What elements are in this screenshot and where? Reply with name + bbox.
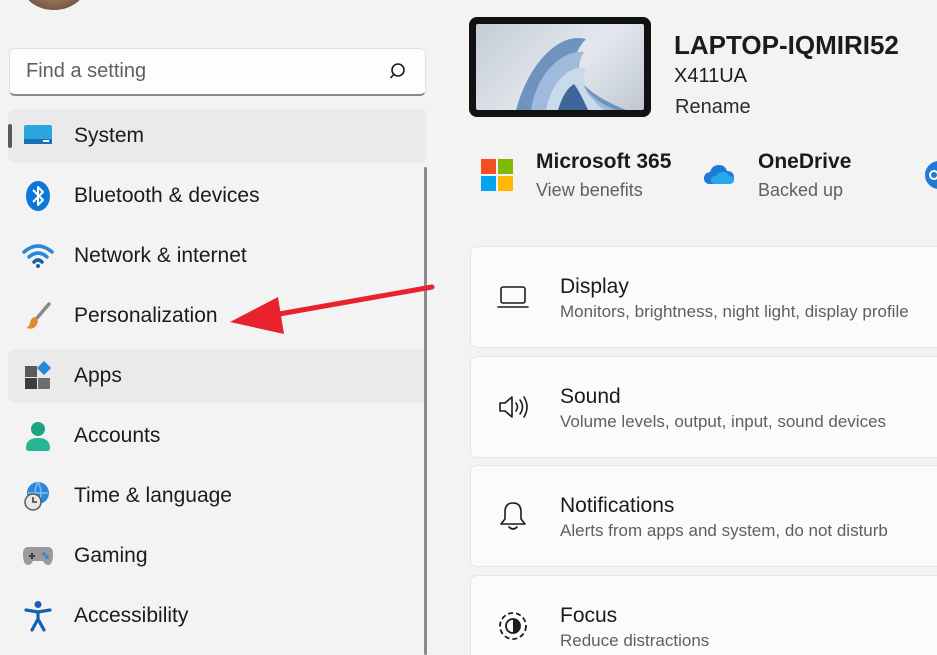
display-icon [497,286,529,308]
sound-icon [499,396,528,418]
card-subtitle: Reduce distractions [560,631,710,650]
search-input[interactable] [26,60,389,83]
apps-icon [22,360,54,392]
partial-quick-link-icon[interactable] [924,160,937,190]
selection-indicator [8,124,12,148]
microsoft365-icon [481,159,513,191]
sidebar-item-network[interactable]: Network & internet [8,229,426,283]
device-model: X411UA [674,65,748,87]
avatar[interactable] [22,0,86,10]
wifi-icon [22,240,54,272]
system-icon [22,120,54,152]
notifications-icon [500,502,526,530]
search-icon[interactable] [389,61,411,83]
sidebar-item-accounts[interactable]: Accounts [8,409,426,463]
focus-icon [499,612,527,640]
sidebar-item-accessibility[interactable]: Accessibility [8,589,426,643]
sidebar-item-label: Bluetooth & devices [74,184,260,207]
card-title: Display [560,275,629,298]
rename-link[interactable]: Rename [675,96,751,119]
sidebar-item-system[interactable]: System [8,109,426,163]
quick-link-subtitle: View benefits [536,180,643,200]
settings-card-display[interactable]: Display Monitors, brightness, night ligh… [470,246,937,348]
sidebar-nav: System Bluetooth & devices Network & int… [8,109,426,649]
bluetooth-icon [22,180,54,212]
card-subtitle: Monitors, brightness, night light, displ… [560,302,909,321]
sidebar-item-personalization[interactable]: Personalization [8,289,426,343]
settings-card-sound[interactable]: Sound Volume levels, output, input, soun… [470,356,937,458]
sidebar-item-gaming[interactable]: Gaming [8,529,426,583]
time-language-icon [22,480,54,512]
gaming-icon [22,540,54,572]
sidebar-item-label: Accounts [74,424,161,447]
paintbrush-icon [22,300,54,332]
microsoft365-link[interactable]: Microsoft 365 View benefits [480,150,671,201]
sidebar-item-label: Network & internet [74,244,247,267]
accessibility-icon [22,600,54,632]
sidebar-item-apps[interactable]: Apps [8,349,426,403]
onedrive-link[interactable]: OneDrive Backed up [702,150,851,201]
settings-card-focus[interactable]: Focus Reduce distractions [470,575,937,655]
quick-link-title: Microsoft 365 [536,150,672,173]
wallpaper-image [476,24,644,110]
sidebar-item-bluetooth[interactable]: Bluetooth & devices [8,169,426,223]
sidebar-item-label: Gaming [74,544,148,567]
card-subtitle: Alerts from apps and system, do not dist… [560,521,888,540]
quick-link-subtitle: Backed up [758,180,844,200]
sidebar-item-label: Apps [74,364,122,387]
card-subtitle: Volume levels, output, input, sound devi… [560,412,887,431]
sidebar-item-label: Time & language [74,484,232,507]
sidebar-item-label: System [74,124,145,147]
sidebar-item-label: Accessibility [74,604,189,627]
sidebar-item-time-language[interactable]: Time & language [8,469,426,523]
accounts-icon [22,420,54,452]
sidebar-item-label: Personalization [74,304,218,327]
onedrive-icon [704,165,734,184]
card-title: Sound [560,385,621,408]
device-wallpaper-thumbnail [469,17,651,117]
card-title: Notifications [560,494,675,517]
quick-link-title: OneDrive [758,150,852,173]
search-box[interactable] [9,48,426,96]
card-title: Focus [560,604,618,627]
device-name: LAPTOP-IQMIRI52 [674,30,899,60]
settings-card-notifications[interactable]: Notifications Alerts from apps and syste… [470,465,937,567]
sidebar-scrollbar[interactable] [424,167,427,655]
